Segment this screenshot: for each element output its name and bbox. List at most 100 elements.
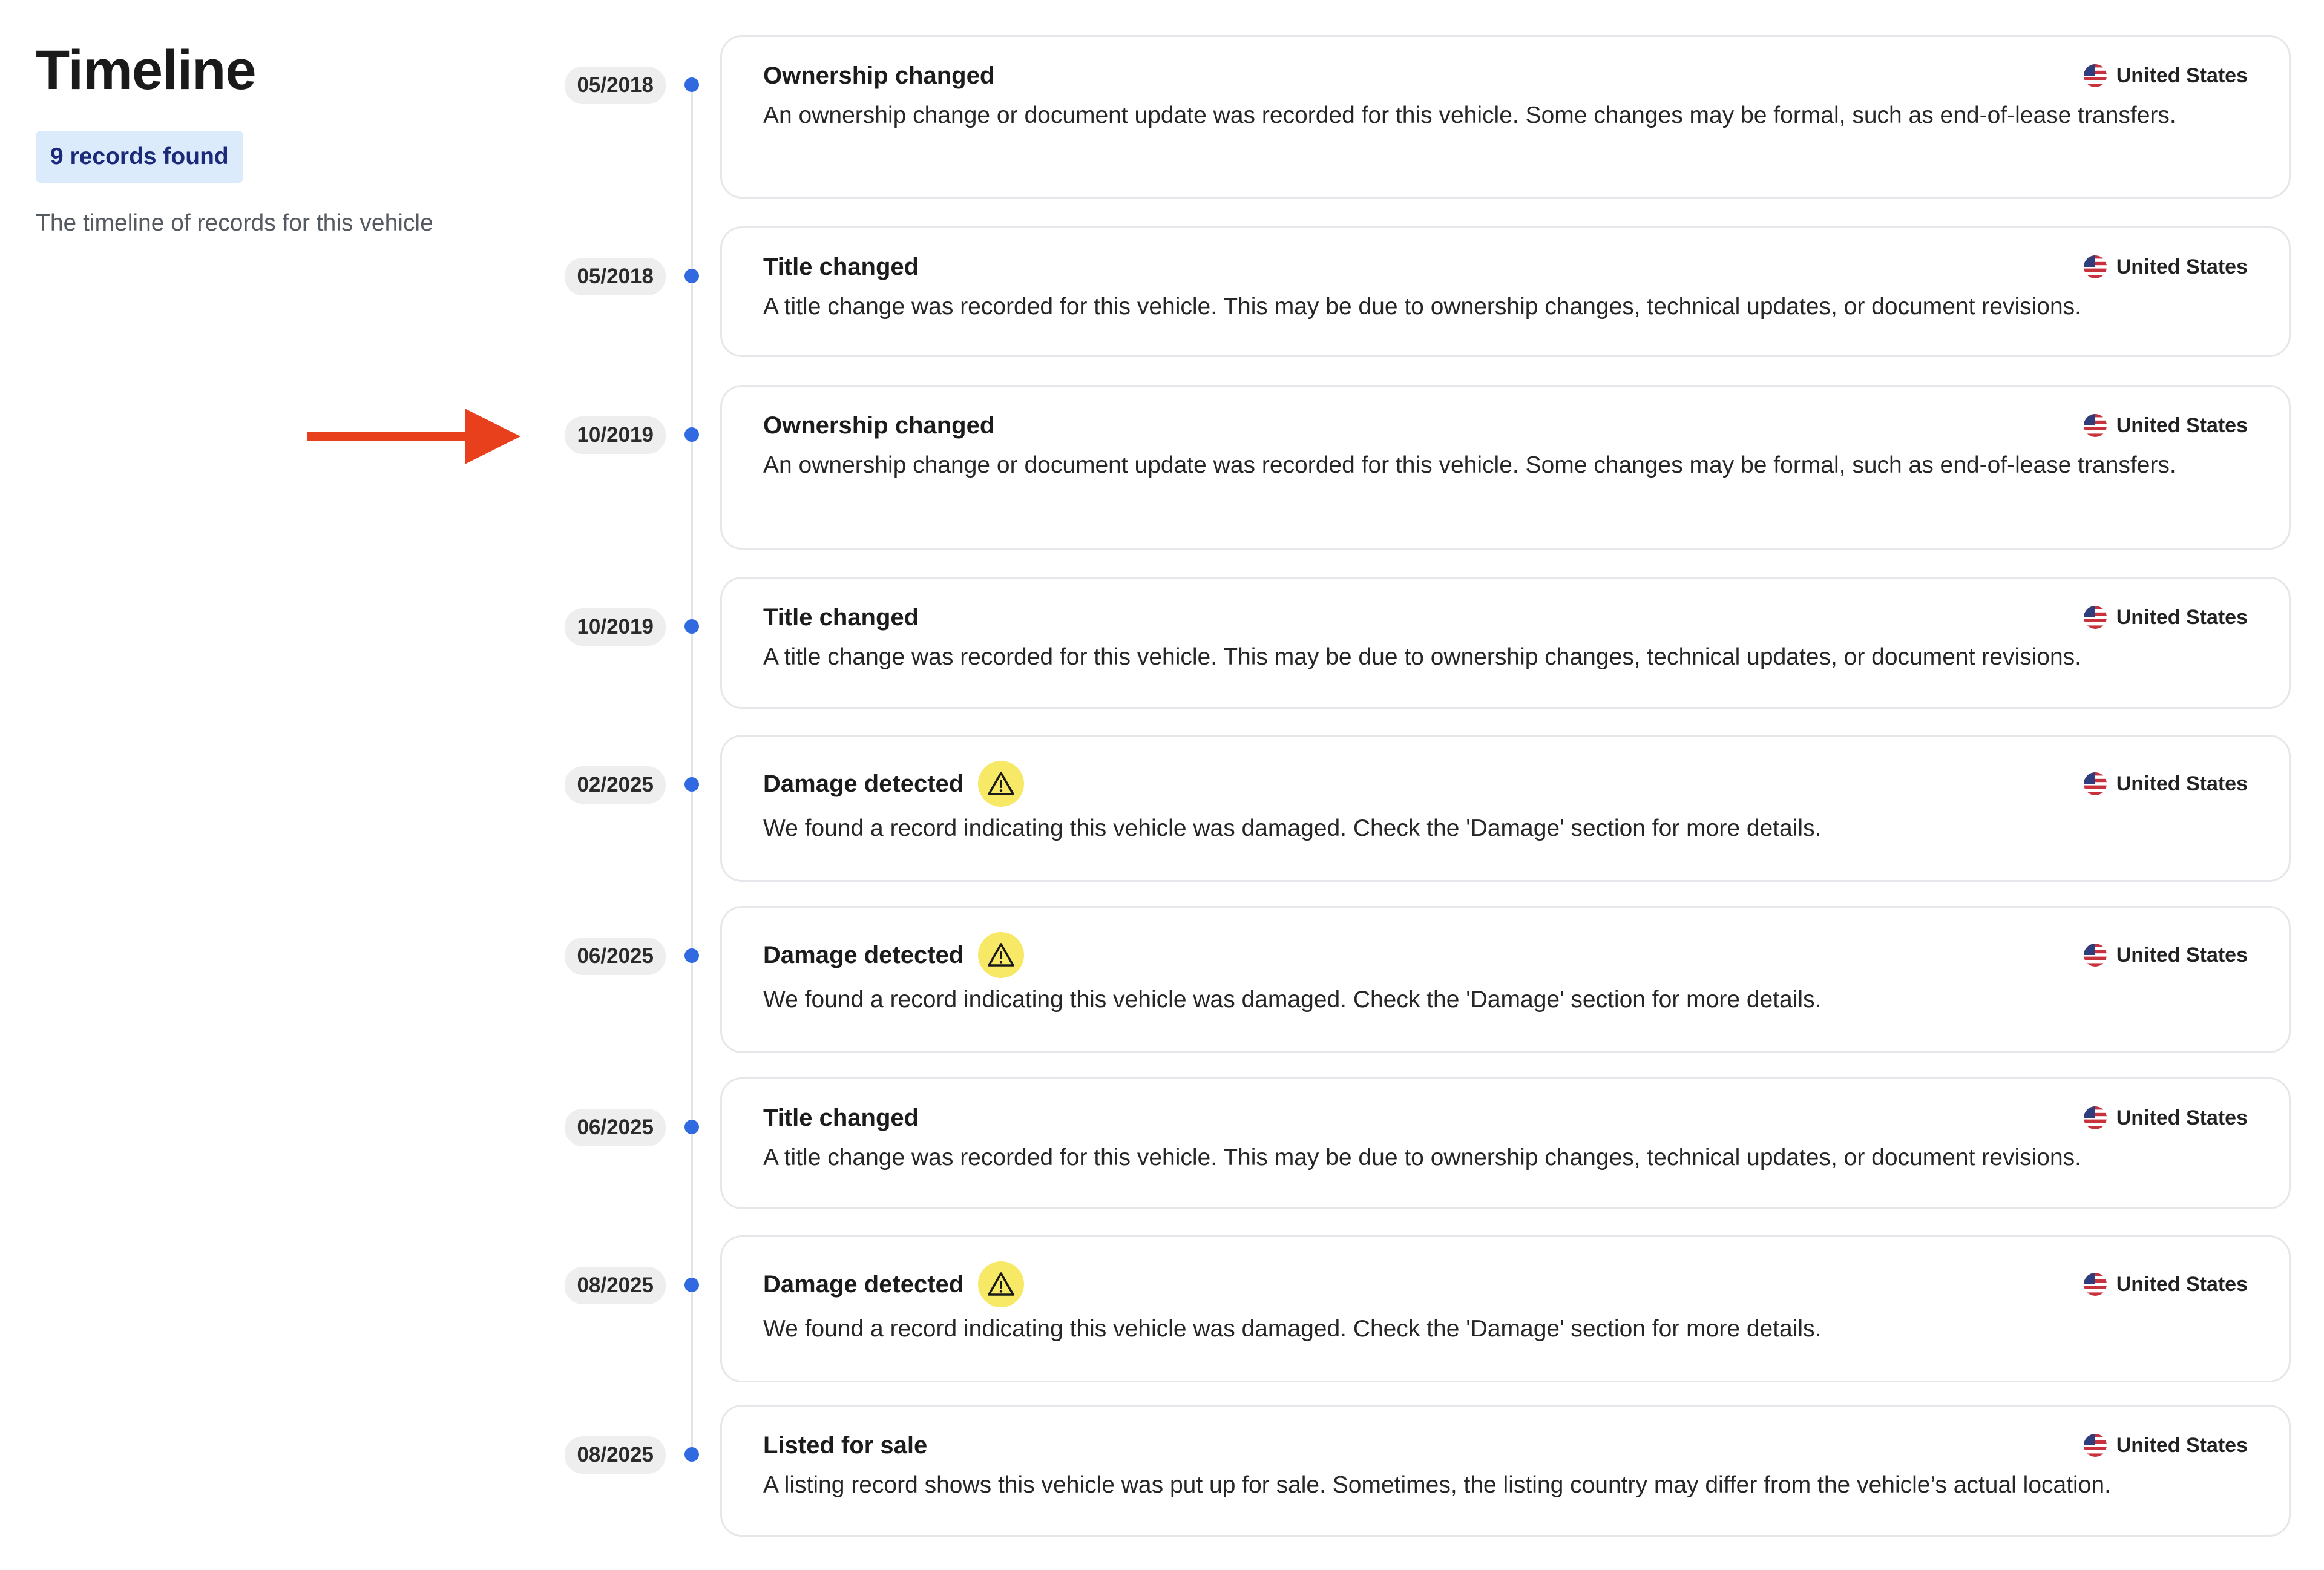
record-date: 05/2018	[565, 258, 666, 295]
record-country-label: United States	[2116, 1273, 2248, 1296]
warning-icon	[978, 761, 1025, 807]
record-card-header: Title changed United States	[763, 252, 2248, 281]
us-flag-icon	[2083, 944, 2107, 967]
record-card[interactable]: Listed for sale United States A listing re…	[720, 1405, 2291, 1537]
record-title: Title changed	[763, 604, 919, 631]
us-flag-icon	[2083, 64, 2107, 87]
record-description: A title change was recorded for this veh…	[763, 294, 2081, 320]
record-card-header: Listed for sale United States	[763, 1431, 2248, 1460]
record-card[interactable]: Damage detected United States We found a r…	[720, 906, 2291, 1053]
timeline-page: Timeline 9 records found The timeline of…	[0, 0, 2324, 1570]
record-title-wrap: Damage detected	[763, 1261, 1025, 1307]
record-date: 05/2018	[565, 67, 666, 104]
timeline-dot	[684, 1278, 699, 1292]
page-title: Timeline	[36, 39, 257, 101]
record-card[interactable]: Damage detected United States We found a r…	[720, 1235, 2291, 1382]
record-date: 08/2025	[565, 1436, 666, 1474]
record-description: A listing record shows this vehicle was …	[763, 1472, 2111, 1498]
record-title-wrap: Ownership changed	[763, 61, 994, 90]
timeline-dot	[684, 948, 699, 963]
record-title-wrap: Damage detected	[763, 932, 1025, 978]
record-card-header: Damage detected United States	[763, 761, 2248, 807]
record-description: We found a record indicating this vehicl…	[763, 1316, 1822, 1342]
record-card[interactable]: Ownership changed United States An ownersh…	[720, 35, 2291, 199]
record-card-header: Ownership changed United States	[763, 61, 2248, 90]
record-title: Title changed	[763, 254, 919, 280]
record-title-wrap: Damage detected	[763, 761, 1025, 807]
record-card-header: Damage detected United States	[763, 1261, 2248, 1307]
record-card[interactable]: Title changed United States A title change…	[720, 226, 2291, 357]
record-card-header: Damage detected United States	[763, 932, 2248, 978]
record-title: Ownership changed	[763, 62, 995, 89]
us-flag-icon	[2083, 1434, 2107, 1457]
record-title: Damage detected	[763, 942, 964, 968]
record-card-header: Ownership changed United States	[763, 411, 2248, 440]
record-date: 06/2025	[565, 938, 666, 975]
record-title-wrap: Listed for sale	[763, 1431, 927, 1460]
record-description: An ownership change or document update w…	[763, 102, 2176, 128]
record-title: Title changed	[763, 1105, 919, 1131]
record-country-label: United States	[2116, 1434, 2248, 1457]
record-country-label: United States	[2116, 772, 2248, 795]
record-date: 08/2025	[565, 1267, 666, 1304]
timeline-dot	[684, 1120, 699, 1134]
record-country-label: United States	[2116, 1106, 2248, 1129]
us-flag-icon	[2083, 1273, 2107, 1296]
us-flag-icon	[2083, 772, 2107, 795]
page-subtitle: The timeline of records for this vehicle	[36, 210, 433, 236]
timeline-dot	[684, 777, 699, 792]
record-date: 06/2025	[565, 1109, 666, 1146]
record-country-label: United States	[2116, 944, 2248, 967]
record-description: A title change was recorded for this veh…	[763, 1145, 2081, 1171]
record-description: We found a record indicating this vehicl…	[763, 987, 1822, 1013]
record-title-wrap: Title changed	[763, 252, 919, 281]
record-title: Ownership changed	[763, 412, 995, 439]
record-title: Listed for sale	[763, 1432, 928, 1459]
record-card[interactable]: Ownership changed United States An ownersh…	[720, 385, 2291, 550]
record-country: United States	[2083, 1433, 2248, 1457]
record-country-label: United States	[2116, 606, 2248, 629]
record-title-wrap: Title changed	[763, 1103, 919, 1132]
us-flag-icon	[2083, 1106, 2107, 1129]
record-country-label: United States	[2116, 414, 2248, 437]
record-country: United States	[2083, 255, 2248, 279]
record-country-label: United States	[2116, 64, 2248, 87]
record-description: A title change was recorded for this veh…	[763, 644, 2081, 670]
record-country: United States	[2083, 943, 2248, 967]
record-country: United States	[2083, 1272, 2248, 1296]
timeline-dot	[684, 1447, 699, 1462]
record-card[interactable]: Title changed United States A title change…	[720, 1077, 2291, 1209]
record-date: 02/2025	[565, 766, 666, 804]
us-flag-icon	[2083, 606, 2107, 629]
timeline-dot	[684, 77, 699, 92]
record-country: United States	[2083, 605, 2248, 629]
record-title-wrap: Ownership changed	[763, 411, 994, 440]
us-flag-icon	[2083, 414, 2107, 437]
timeline-dot	[684, 427, 699, 442]
record-country: United States	[2083, 64, 2248, 88]
record-country: United States	[2083, 413, 2248, 438]
record-date: 10/2019	[565, 608, 666, 646]
sidebar: Timeline 9 records found The timeline of…	[36, 36, 520, 238]
us-flag-icon	[2083, 255, 2107, 278]
record-country: United States	[2083, 772, 2248, 796]
record-country: United States	[2083, 1106, 2248, 1130]
record-title: Damage detected	[763, 1271, 964, 1298]
timeline-dot	[684, 269, 699, 283]
arrow-right-icon	[307, 409, 520, 464]
records-count-badge: 9 records found	[36, 131, 243, 183]
record-card-header: Title changed United States	[763, 603, 2248, 632]
record-title: Damage detected	[763, 770, 964, 797]
record-card[interactable]: Title changed United States A title change…	[720, 577, 2291, 709]
warning-icon	[978, 1261, 1025, 1307]
record-title-wrap: Title changed	[763, 603, 919, 632]
timeline-line	[691, 81, 693, 1455]
warning-icon	[978, 932, 1025, 978]
record-description: We found a record indicating this vehicl…	[763, 815, 1822, 841]
record-description: An ownership change or document update w…	[763, 452, 2176, 478]
record-country-label: United States	[2116, 255, 2248, 278]
record-card[interactable]: Damage detected United States We found a r…	[720, 735, 2291, 882]
record-card-header: Title changed United States	[763, 1103, 2248, 1132]
record-date: 10/2019	[565, 416, 666, 454]
timeline-dot	[684, 619, 699, 634]
